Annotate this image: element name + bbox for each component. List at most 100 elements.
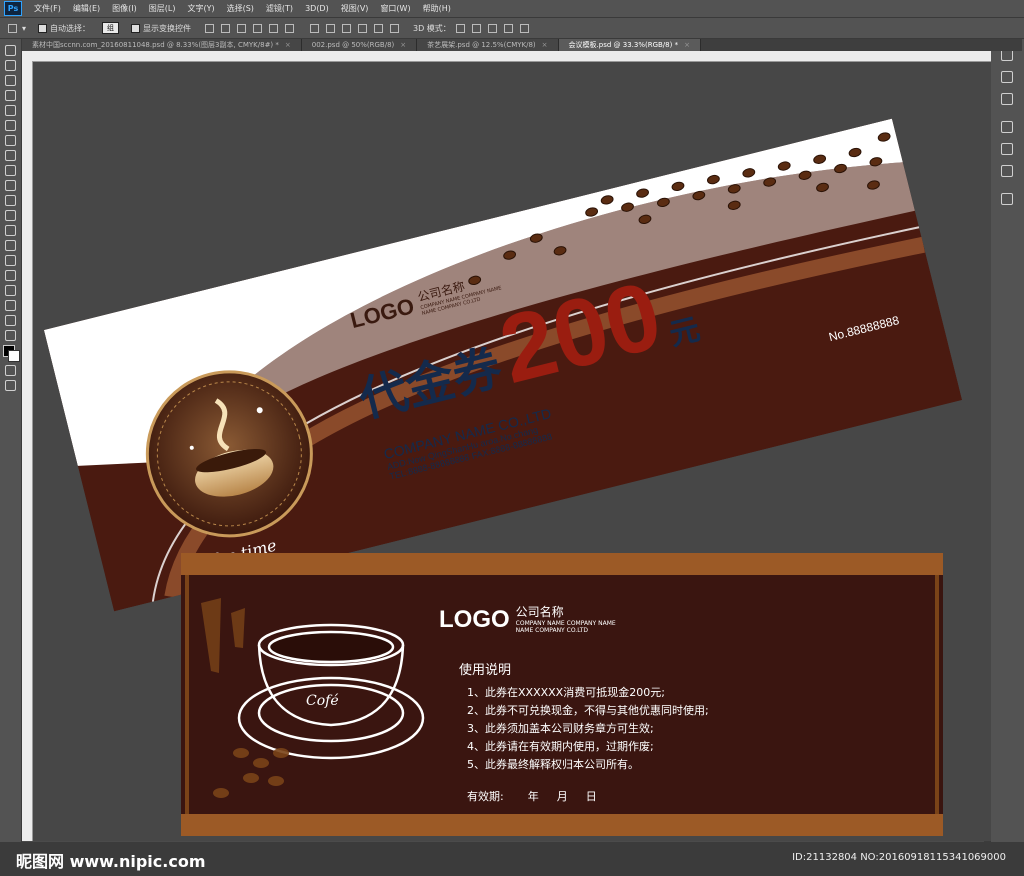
menu-layer[interactable]: 图层(L): [143, 3, 182, 14]
3d-rotate-icon[interactable]: [455, 23, 465, 33]
crop-tool-icon[interactable]: [5, 105, 16, 116]
menu-filter[interactable]: 滤镜(T): [260, 3, 299, 14]
distribute-bottom-icon[interactable]: [342, 23, 352, 33]
show-transform-checkbox[interactable]: [131, 23, 141, 33]
healing-brush-icon[interactable]: [5, 135, 16, 146]
close-icon[interactable]: ×: [684, 41, 690, 49]
show-transform-option[interactable]: 显示变换控件: [131, 23, 191, 34]
3d-scale-icon[interactable]: [519, 23, 529, 33]
3d-slide-icon[interactable]: [503, 23, 513, 33]
quick-mask-icon[interactable]: [5, 365, 16, 376]
horizontal-ruler[interactable]: [22, 51, 991, 62]
menu-3d[interactable]: 3D(D): [299, 4, 335, 13]
menu-type[interactable]: 文字(Y): [181, 3, 220, 14]
close-icon[interactable]: ×: [400, 41, 406, 49]
close-icon[interactable]: ×: [285, 41, 291, 49]
properties-panel-icon[interactable]: [1001, 93, 1013, 105]
back-company-block: 公司名称 COMPANY NAME COMPANY NAME NAME COMP…: [516, 603, 616, 634]
wood-border-right: [935, 575, 939, 814]
distribute-hcenter-icon[interactable]: [374, 23, 384, 33]
move-tool-preset[interactable]: ▾: [6, 23, 26, 33]
menu-select[interactable]: 选择(S): [221, 3, 260, 14]
validity-label: 有效期:: [467, 790, 504, 803]
distribute-left-icon[interactable]: [358, 23, 368, 33]
align-vcenter-icon[interactable]: [221, 23, 231, 33]
zoom-tool-icon[interactable]: [5, 330, 16, 341]
rule-item: 5、此券最终解释权归本公司所有。: [467, 758, 639, 771]
menu-edit[interactable]: 编辑(E): [67, 3, 106, 14]
paragraph-panel-icon[interactable]: [1001, 165, 1013, 177]
menu-help[interactable]: 帮助(H): [417, 3, 457, 14]
shape-tool-icon[interactable]: [5, 300, 16, 311]
close-icon[interactable]: ×: [542, 41, 548, 49]
eraser-tool-icon[interactable]: [5, 195, 16, 206]
screen-mode-icon[interactable]: [5, 380, 16, 391]
tab-document-3[interactable]: 茶艺展架.psd @ 12.5%(CMYK/8) ×: [417, 39, 559, 51]
move-icon: [8, 23, 17, 33]
align-buttons: [203, 23, 296, 33]
3d-roll-icon[interactable]: [471, 23, 481, 33]
menu-window[interactable]: 窗口(W): [374, 3, 416, 14]
show-transform-label: 显示变换控件: [143, 23, 192, 33]
validity-year: 年: [527, 790, 539, 803]
back-logo: LOGO: [439, 606, 510, 633]
layers-panel-icon[interactable]: [1001, 193, 1013, 205]
tools-panel: [0, 39, 22, 876]
back-logo-block: LOGO 公司名称 COMPANY NAME COMPANY NAME NAME…: [439, 603, 616, 634]
rule-item: 3、此券须加盖本公司财务章方可生效;: [467, 722, 654, 735]
3d-pan-icon[interactable]: [487, 23, 497, 33]
gradient-tool-icon[interactable]: [5, 210, 16, 221]
history-brush-icon[interactable]: [5, 180, 16, 191]
auto-select-checkbox[interactable]: [38, 23, 48, 33]
quick-select-tool-icon[interactable]: [5, 90, 16, 101]
clone-stamp-icon[interactable]: [5, 165, 16, 176]
distribute-buttons: [308, 23, 401, 33]
auto-select-label: 自动选择：: [50, 23, 91, 33]
distribute-top-icon[interactable]: [310, 23, 320, 33]
tab-document-4[interactable]: 会议模板.psd @ 33.3%(RGB/8) * ×: [558, 39, 701, 51]
move-tool-icon[interactable]: [5, 45, 16, 56]
wood-border-left: [185, 575, 189, 814]
vertical-ruler[interactable]: [22, 61, 33, 841]
blur-tool-icon[interactable]: [5, 225, 16, 236]
actions-panel-icon[interactable]: [1001, 71, 1013, 83]
character-panel-icon[interactable]: [1001, 143, 1013, 155]
document-tabs: 素材中国sccnn.com_20160811048.psd @ 8.33%(图层…: [22, 39, 1022, 51]
brush-tool-icon[interactable]: [5, 150, 16, 161]
rule-item: 2、此券不可兑换现金，不得与其他优惠同时使用;: [467, 704, 709, 717]
auto-select-dropdown[interactable]: 组: [102, 22, 120, 34]
tab-document-2[interactable]: 002.psd @ 50%(RGB/8) ×: [301, 39, 418, 51]
align-hcenter-icon[interactable]: [269, 23, 279, 33]
distribute-right-icon[interactable]: [390, 23, 400, 33]
pen-tool-icon[interactable]: [5, 255, 16, 266]
eyedropper-tool-icon[interactable]: [5, 120, 16, 131]
menu-image[interactable]: 图像(I): [106, 3, 143, 14]
marquee-tool-icon[interactable]: [5, 60, 16, 71]
back-company-sub2: NAME COMPANY CO.LTD: [515, 627, 589, 634]
align-left-icon[interactable]: [253, 23, 263, 33]
align-top-icon[interactable]: [205, 23, 215, 33]
auto-select-option[interactable]: 自动选择：: [38, 23, 90, 34]
menu-file[interactable]: 文件(F): [28, 3, 67, 14]
tab-label: 会议模板.psd @ 33.3%(RGB/8) *: [568, 41, 679, 49]
mode-3d: 3D 模式：: [413, 23, 531, 34]
lasso-tool-icon[interactable]: [5, 75, 16, 86]
back-company-sub1: COMPANY NAME COMPANY NAME: [515, 620, 616, 627]
validity-month: 月: [556, 790, 568, 803]
type-tool-icon[interactable]: [5, 270, 16, 281]
menu-view[interactable]: 视图(V): [335, 3, 375, 14]
align-bottom-icon[interactable]: [237, 23, 247, 33]
validity-day: 日: [585, 790, 597, 803]
brush-panel-icon[interactable]: [1001, 121, 1013, 133]
color-swatches[interactable]: [2, 345, 20, 362]
right-panel-dock: [990, 39, 1024, 876]
align-right-icon[interactable]: [285, 23, 295, 33]
dodge-tool-icon[interactable]: [5, 240, 16, 251]
wood-border-top: [181, 553, 943, 575]
tab-document-1[interactable]: 素材中国sccnn.com_20160811048.psd @ 8.33%(图层…: [22, 39, 302, 51]
watermark-site: 昵图网 www.nipic.com: [16, 852, 206, 871]
distribute-vcenter-icon[interactable]: [326, 23, 336, 33]
hand-tool-icon[interactable]: [5, 315, 16, 326]
background-color-swatch[interactable]: [7, 350, 20, 362]
path-select-icon[interactable]: [5, 285, 16, 296]
